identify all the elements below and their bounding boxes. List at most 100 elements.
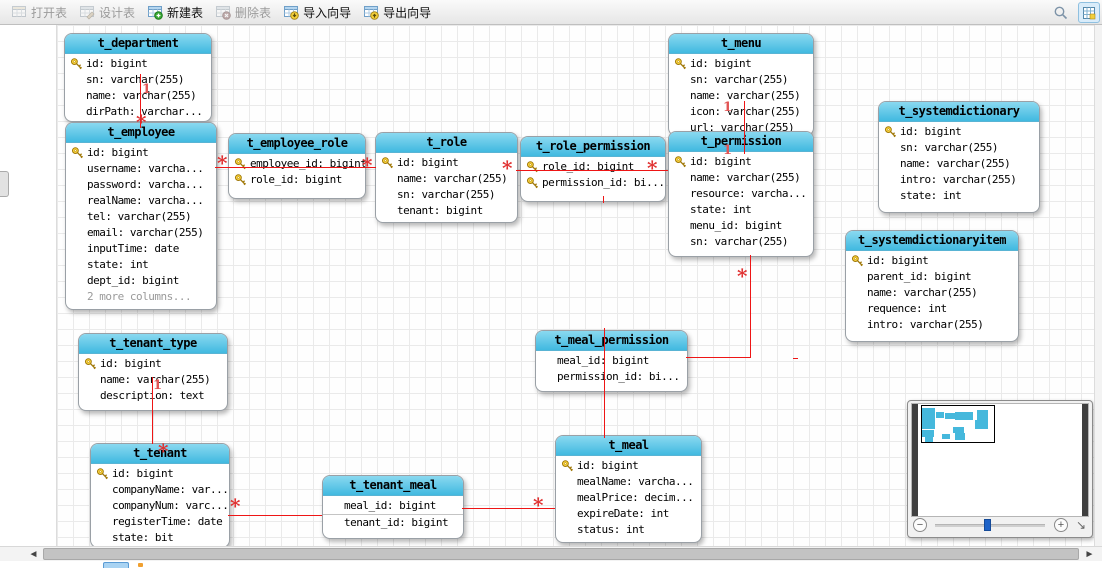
table-t_employee[interactable]: t_employee id: bigintusername: varcha...… — [65, 122, 217, 310]
table-field-list: id: bigintparent_id: bigintname: varchar… — [846, 251, 1018, 333]
table-t_employee_role[interactable]: t_employee_role employee_id: bigint role… — [228, 133, 366, 199]
table-t_systemdictionaryitem[interactable]: t_systemdictionaryitem id: bigintparent_… — [845, 230, 1019, 342]
zoom-in-button[interactable]: + — [1054, 518, 1068, 532]
table-field-row: name: varchar(255) — [65, 88, 211, 104]
table-title: t_tenant_type — [79, 334, 227, 354]
field-text: password: varcha... — [87, 177, 203, 193]
key-spacer — [71, 163, 87, 176]
collapsed-panel-handle[interactable] — [0, 171, 9, 197]
key-spacer — [561, 524, 577, 537]
export-wizard-icon — [363, 4, 379, 20]
primary-key-icon — [674, 58, 687, 71]
more-columns-note: 2 more columns... — [87, 289, 191, 305]
resize-handle-icon[interactable]: ↘ — [1076, 518, 1086, 532]
primary-key-icon — [884, 126, 897, 139]
key-spacer — [674, 188, 690, 201]
key-spacer — [71, 291, 87, 304]
toolbar-button-import-wizard[interactable]: 导入向导 — [278, 2, 358, 23]
table-field-row: sn: varchar(255) — [65, 72, 211, 88]
key-spacer — [884, 190, 900, 203]
import-wizard-icon — [283, 4, 299, 20]
table-field-list: id: bigintcompanyName: var...companyNum:… — [91, 464, 229, 546]
diagram-tab-icon[interactable] — [103, 562, 129, 568]
table-t_menu[interactable]: t_menu id: bigintsn: varchar(255)name: v… — [668, 33, 814, 136]
table-field-row: id: bigint — [669, 154, 813, 170]
field-text: name: varchar(255) — [690, 170, 800, 186]
table-field-row: id: bigint — [65, 56, 211, 72]
table-t_role_permission[interactable]: t_role_permission role_id: bigint permis… — [520, 136, 666, 202]
field-text: parent_id: bigint — [867, 269, 971, 285]
primary-key-cell — [561, 460, 577, 473]
table-title: t_systemdictionary — [879, 102, 1039, 122]
field-text: permission_id: bi... — [557, 369, 679, 385]
key-spacer — [884, 142, 900, 155]
cardinality-label: * — [136, 115, 146, 129]
search-icon — [1053, 5, 1069, 21]
scroll-right-arrow-icon[interactable]: ► — [1083, 548, 1096, 561]
grid-view-button[interactable] — [1078, 2, 1100, 23]
table-title: t_role — [376, 133, 517, 153]
field-text: menu_id: bigint — [690, 218, 782, 234]
toolbar-button-new-table[interactable]: 新建表 — [142, 2, 210, 23]
table-t_meal_permission[interactable]: t_meal_permissionmeal_id: bigintpermissi… — [535, 330, 688, 392]
table-field-row: meal_id: bigint — [536, 353, 687, 369]
field-text: mealPrice: decim... — [577, 490, 693, 506]
field-text: id: bigint — [867, 253, 928, 269]
key-spacer — [674, 236, 690, 249]
design-table-icon — [79, 4, 95, 20]
table-t_meal[interactable]: t_meal id: bigintmealName: varcha...meal… — [555, 435, 702, 543]
key-spacer — [96, 516, 112, 529]
zoom-slider-thumb[interactable] — [984, 519, 991, 531]
key-spacer — [71, 211, 87, 224]
table-t_systemdictionary[interactable]: t_systemdictionary id: bigintsn: varchar… — [878, 101, 1040, 213]
cardinality-label: * — [362, 158, 372, 172]
field-text: meal_id: bigint — [557, 353, 649, 369]
horizontal-scrollbar[interactable]: ◄ ► — [0, 546, 1102, 562]
table-field-row: employee_id: bigint — [229, 156, 365, 172]
key-spacer — [541, 371, 557, 384]
primary-key-icon — [84, 358, 97, 371]
table-field-row: id: bigint — [79, 356, 227, 372]
key-spacer — [674, 106, 690, 119]
horizontal-scroll-thumb[interactable] — [43, 548, 1079, 560]
cardinality-label: * — [230, 499, 240, 513]
field-text: tenant_id: bigint — [344, 515, 448, 531]
key-spacer — [96, 500, 112, 513]
key-spacer — [381, 205, 397, 218]
table-field-row: 2 more columns... — [66, 289, 216, 305]
cardinality-label: 1 — [153, 378, 162, 393]
key-spacer — [851, 287, 867, 300]
zoom-out-button[interactable]: − — [913, 518, 927, 532]
primary-key-icon — [234, 158, 247, 171]
table-title: t_tenant_meal — [323, 476, 463, 496]
key-spacer — [328, 500, 344, 513]
vertical-scrollbar[interactable] — [1094, 25, 1102, 546]
toolbar-button-label: 导出向导 — [383, 4, 431, 21]
table-t_permission[interactable]: t_permission id: bigintname: varchar(255… — [668, 131, 814, 257]
primary-key-cell — [71, 147, 87, 160]
minimap-viewport-rect[interactable] — [921, 405, 995, 443]
table-title: t_systemdictionaryitem — [846, 231, 1018, 251]
field-text: state: int — [690, 202, 751, 218]
toolbar-button-export-wizard[interactable]: 导出向导 — [358, 2, 438, 23]
primary-key-cell — [84, 358, 100, 371]
primary-key-icon — [851, 255, 864, 268]
table-t_role[interactable]: t_role id: bigintname: varchar(255)sn: v… — [375, 132, 518, 223]
primary-key-cell — [381, 157, 397, 170]
field-text: name: varchar(255) — [397, 171, 507, 187]
search-button[interactable] — [1050, 2, 1072, 23]
key-spacer — [541, 355, 557, 368]
table-field-row: intro: varchar(255) — [846, 317, 1018, 333]
key-spacer — [381, 189, 397, 202]
overview-map[interactable] — [911, 403, 1089, 517]
table-t_department[interactable]: t_department id: bigintsn: varchar(255)n… — [64, 33, 212, 122]
scroll-left-arrow-icon[interactable]: ◄ — [27, 548, 40, 561]
key-spacer — [70, 106, 86, 119]
field-text: icon: varchar(255) — [690, 104, 800, 120]
table-t_tenant_type[interactable]: t_tenant_type id: bigintname: varchar(25… — [78, 333, 228, 411]
field-text: state: int — [87, 257, 148, 273]
key-spacer — [71, 275, 87, 288]
table-title: t_menu — [669, 34, 813, 54]
table-field-row: tenant: bigint — [376, 203, 517, 219]
table-t_tenant_meal[interactable]: t_tenant_mealmeal_id: biginttenant_id: b… — [322, 475, 464, 539]
